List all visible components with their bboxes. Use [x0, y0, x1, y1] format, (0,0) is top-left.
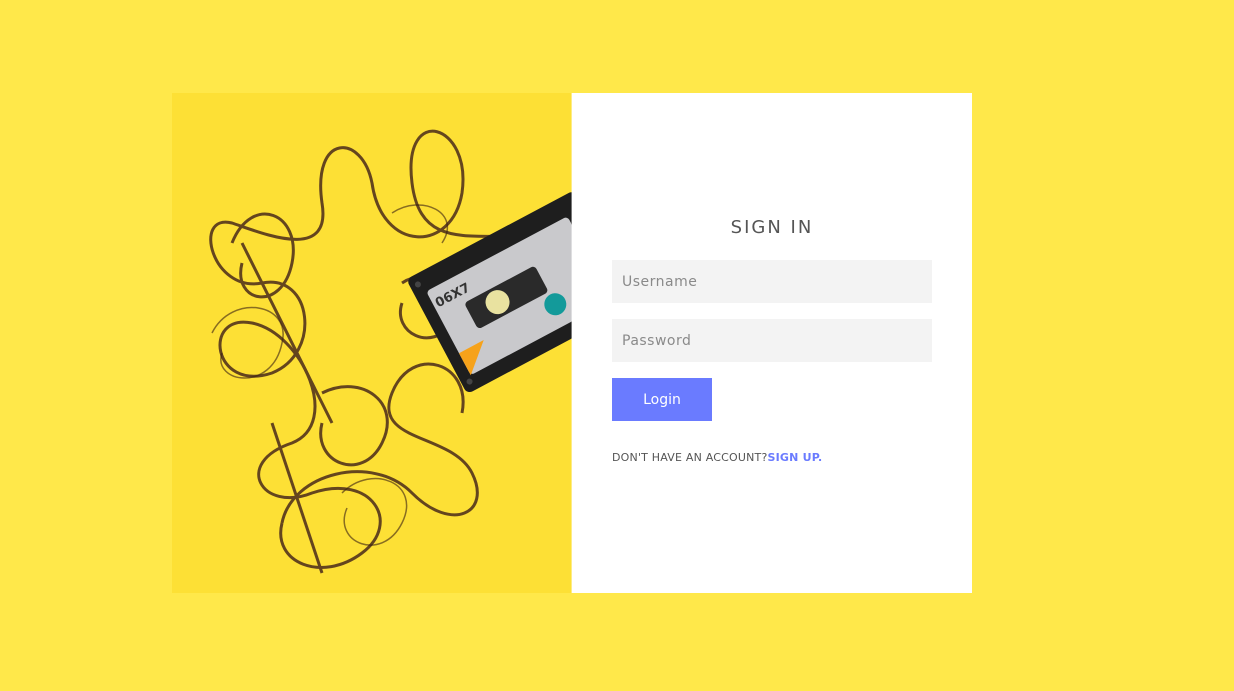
- signin-panel: SIGN IN Login DON'T HAVE AN ACCOUNT?SIGN…: [572, 93, 972, 593]
- cassette-tape-photo: 06X7: [172, 93, 572, 593]
- no-account-text: DON'T HAVE AN ACCOUNT?: [612, 451, 768, 464]
- cassette-illustration: 06X7: [172, 93, 572, 593]
- signup-suffix: .: [817, 451, 823, 464]
- username-input[interactable]: [612, 260, 932, 303]
- signup-prompt: DON'T HAVE AN ACCOUNT?SIGN UP.: [612, 451, 932, 464]
- password-input[interactable]: [612, 319, 932, 362]
- login-card: 06X7 SIGN IN Login DON'T HAVE AN ACCOUNT…: [172, 93, 972, 593]
- signin-title: SIGN IN: [730, 217, 814, 238]
- login-button[interactable]: Login: [612, 378, 712, 421]
- signup-link[interactable]: SIGN UP: [768, 451, 818, 464]
